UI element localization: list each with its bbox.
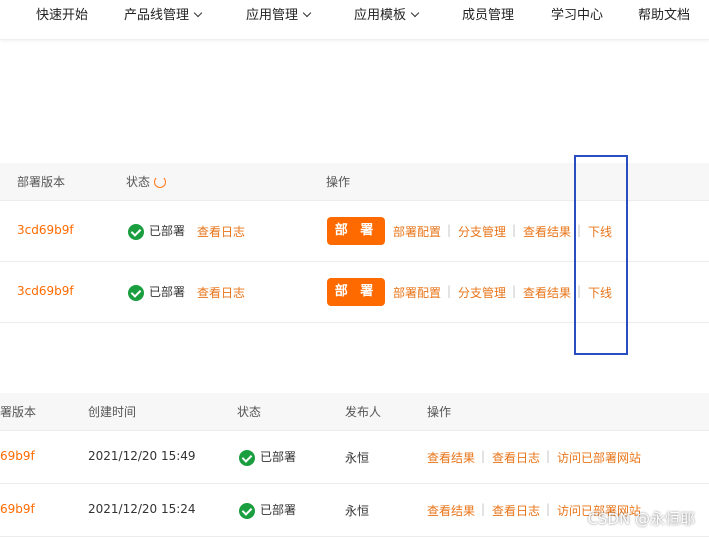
- nav-quick-start[interactable]: 快速开始: [36, 0, 88, 32]
- created-time: 2021/12/20 15:24: [88, 502, 196, 516]
- version-link[interactable]: 3cd69b9f: [17, 284, 74, 298]
- deploy-config-link[interactable]: 部署配置: [393, 284, 441, 301]
- divider: |: [447, 223, 452, 237]
- nav-app-management[interactable]: 应用管理: [246, 0, 312, 32]
- publisher-name: 永恒: [345, 504, 370, 518]
- column-header-actions: 操作: [427, 405, 452, 419]
- column-header-status: 状态: [126, 163, 167, 201]
- chevron-down-icon: [302, 8, 312, 18]
- check-circle-icon: [239, 449, 255, 466]
- view-log-link[interactable]: 查看日志: [492, 449, 540, 466]
- status-text: 已部署: [149, 285, 186, 299]
- deploy-config-link[interactable]: 部署配置: [393, 223, 441, 240]
- nav-label: 快速开始: [36, 8, 89, 23]
- version-link[interactable]: 3cd69b9f: [17, 223, 74, 237]
- chevron-down-icon: [193, 8, 203, 18]
- nav-learning-center[interactable]: 学习中心: [551, 0, 603, 32]
- nav-label: 应用模板: [354, 8, 407, 23]
- view-result-link[interactable]: 查看结果: [523, 223, 571, 240]
- status-badge: 已部署: [128, 283, 185, 301]
- top-nav: 快速开始 产品线管理 应用管理 应用模板 成员管理 学习中心 帮助文档: [0, 0, 709, 40]
- view-log-link[interactable]: 查看日志: [197, 223, 245, 240]
- column-header-publisher: 发布人: [345, 405, 382, 419]
- nav-app-templates[interactable]: 应用模板: [354, 0, 420, 32]
- chevron-down-icon: [410, 8, 420, 18]
- history-table-header: 署版本 创建时间 状态 发布人 操作: [0, 393, 709, 431]
- nav-members[interactable]: 成员管理: [462, 0, 514, 32]
- divider: |: [546, 449, 551, 463]
- divider: |: [512, 284, 517, 298]
- divider: |: [546, 502, 551, 516]
- table-row: 69b9f 2021/12/20 15:49 已部署 永恒 查看结果 | 查看日…: [0, 431, 709, 484]
- nav-product-line[interactable]: 产品线管理: [124, 0, 203, 32]
- column-header-version: 署版本: [0, 405, 37, 419]
- status-badge: 已部署: [239, 501, 296, 519]
- view-result-link[interactable]: 查看结果: [427, 449, 475, 466]
- nav-label: 成员管理: [462, 8, 515, 23]
- deploy-button[interactable]: 部 署: [327, 217, 385, 245]
- status-badge: 已部署: [239, 448, 296, 466]
- divider: |: [447, 284, 452, 298]
- divider: |: [481, 449, 486, 463]
- refresh-icon[interactable]: [154, 175, 167, 188]
- view-log-link[interactable]: 查看日志: [492, 502, 540, 519]
- divider: |: [512, 223, 517, 237]
- check-circle-icon: [239, 502, 255, 519]
- publisher-name: 永恒: [345, 451, 370, 465]
- divider: |: [481, 502, 486, 516]
- deploy-button[interactable]: 部 署: [327, 278, 385, 306]
- column-header-status: 状态: [237, 405, 262, 419]
- created-time: 2021/12/20 15:49: [88, 449, 196, 463]
- version-link[interactable]: 69b9f: [0, 502, 35, 516]
- branch-management-link[interactable]: 分支管理: [458, 284, 506, 301]
- watermark: CSDN @永恒耶: [587, 510, 695, 528]
- check-circle-icon: [128, 284, 144, 301]
- nav-help-docs[interactable]: 帮助文档: [638, 0, 690, 32]
- status-text: 已部署: [260, 450, 297, 464]
- status-text: 已部署: [260, 503, 297, 517]
- view-result-link[interactable]: 查看结果: [523, 284, 571, 301]
- nav-label: 学习中心: [551, 8, 604, 23]
- version-link[interactable]: 69b9f: [0, 449, 35, 463]
- status-text: 已部署: [149, 224, 186, 238]
- visit-site-link[interactable]: 访问已部署网站: [557, 449, 641, 466]
- check-circle-icon: [128, 223, 144, 240]
- nav-label: 产品线管理: [124, 8, 190, 23]
- view-result-link[interactable]: 查看结果: [427, 502, 475, 519]
- column-header-actions: 操作: [326, 175, 351, 189]
- column-header-status-label: 状态: [126, 175, 151, 189]
- status-badge: 已部署: [128, 222, 185, 240]
- column-header-created: 创建时间: [88, 405, 137, 419]
- nav-label: 帮助文档: [638, 8, 691, 23]
- view-log-link[interactable]: 查看日志: [197, 284, 245, 301]
- column-header-version: 部署版本: [17, 175, 66, 189]
- nav-label: 应用管理: [246, 8, 299, 23]
- annotation-highlight-box: [574, 155, 628, 355]
- branch-management-link[interactable]: 分支管理: [458, 223, 506, 240]
